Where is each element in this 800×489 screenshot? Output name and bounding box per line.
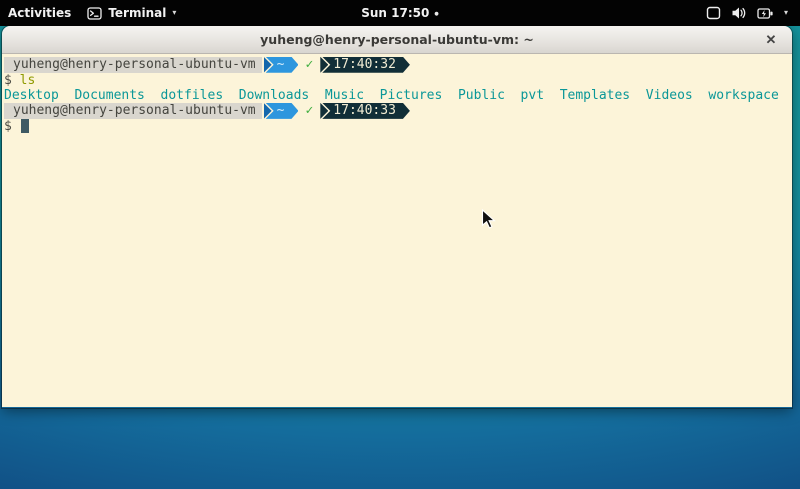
app-menu-label: Terminal [108, 6, 166, 20]
chevron-down-icon: ▾ [784, 9, 788, 17]
spacer [12, 119, 20, 134]
top-bar: Activities Terminal ▾ Sun 17:50 ● [0, 0, 800, 26]
prompt-line: yuheng@henry-personal-ubuntu-vm~✓ 17:40:3… [4, 57, 792, 72]
close-button[interactable]: ✕ [760, 29, 782, 51]
prompt-time: 17:40:32 [322, 57, 410, 73]
prompt-sign: $ [4, 119, 12, 134]
window-titlebar[interactable]: yuheng@henry-personal-ubuntu-vm: ~ ✕ [2, 26, 792, 54]
spacer [12, 73, 20, 88]
input-line[interactable]: $ [4, 119, 792, 134]
command-text: ls [20, 73, 36, 88]
prompt-sign: $ [4, 73, 12, 88]
prompt-time-segment: 17:40:33 [320, 103, 410, 119]
prompt-user-host: yuheng@henry-personal-ubuntu-vm [4, 103, 262, 119]
prompt-time: 17:40:33 [322, 103, 410, 119]
check-icon: ✓ [298, 57, 318, 72]
terminal-window: yuheng@henry-personal-ubuntu-vm: ~ ✕ yuh… [2, 26, 792, 408]
top-bar-left: Activities Terminal ▾ [0, 6, 706, 20]
chevron-down-icon: ▾ [172, 9, 176, 17]
prompt-user-host: yuheng@henry-personal-ubuntu-vm [4, 57, 262, 73]
app-menu-terminal[interactable]: Terminal ▾ [87, 6, 176, 20]
prompt-cwd-segment: ~ [264, 103, 299, 119]
terminal-icon [87, 7, 102, 20]
screen-icon [706, 6, 721, 20]
system-tray[interactable]: ▾ [706, 6, 800, 20]
ls-output: Desktop Documents dotfiles Downloads Mus… [4, 88, 792, 103]
prompt-line: yuheng@henry-personal-ubuntu-vm~✓ 17:40:3… [4, 103, 792, 118]
volume-icon [731, 6, 747, 20]
battery-charging-icon [757, 7, 774, 20]
prompt-time-segment: 17:40:32 [320, 57, 410, 73]
terminal-content[interactable]: yuheng@henry-personal-ubuntu-vm~✓17:40:3… [2, 54, 792, 407]
activities-button[interactable]: Activities [8, 6, 71, 20]
window-title: yuheng@henry-personal-ubuntu-vm: ~ [260, 32, 534, 47]
prompt-cwd-segment: ~ [264, 57, 299, 73]
desktop: Activities Terminal ▾ Sun 17:50 ● [0, 0, 800, 489]
text-cursor [21, 119, 29, 133]
check-icon: ✓ [298, 103, 318, 118]
command-line: $ ls [4, 72, 792, 87]
